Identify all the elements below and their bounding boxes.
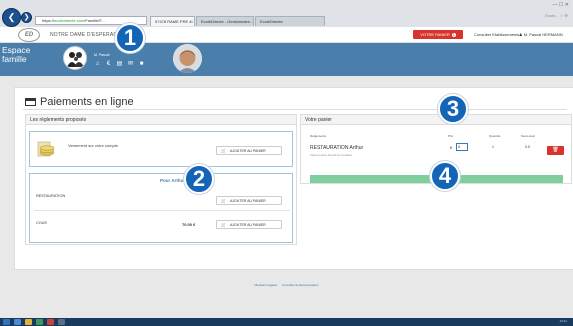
proposed-payments-heading: Les règlements proposés: [26, 115, 296, 125]
page-title-text: Paiements en ligne: [40, 96, 134, 108]
col-sous-total: Sous-total: [521, 134, 535, 138]
cart-item-name: RESTAURATION Arthur: [310, 145, 364, 151]
quick-icons: ⌂ € ▤ ✉ ■: [94, 60, 145, 68]
add-restauration-to-cart-button[interactable]: 🛒 AJOUTER AU PANIER: [216, 196, 282, 205]
col-prix: Prix: [448, 134, 454, 138]
parent-label: M. Pascal: [94, 53, 110, 57]
main-content: Paiements en ligne Les règlements propos…: [14, 87, 573, 270]
row-divider: [34, 210, 290, 211]
card-icon[interactable]: ▤: [116, 60, 123, 67]
title-divider: [23, 109, 567, 110]
back-button[interactable]: ❮: [2, 8, 21, 27]
cart-icon: 🛒: [221, 148, 226, 153]
add-cous-to-cart-button[interactable]: 🛒 AJOUTER AU PANIER: [216, 220, 282, 229]
ie-taskbar-icon[interactable]: [14, 319, 21, 325]
footer: Mentions légales Consulter la documentat…: [0, 283, 573, 292]
start-button[interactable]: [3, 319, 10, 325]
marker-2: 2: [184, 164, 214, 194]
delete-item-button[interactable]: 🗑: [547, 146, 564, 155]
arthur-payments-block: Pour Arthur RESTAURATION 🛒 AJOUTER AU PAN…: [29, 173, 293, 243]
cart-icon: 🛒: [221, 222, 226, 227]
payment-row-label: RESTAURATION: [36, 194, 66, 198]
window-controls[interactable]: — ☐ ✕: [553, 2, 569, 8]
deposit-label: Versement sur votre compte: [68, 143, 119, 148]
address-path: /Famille/F...: [84, 18, 105, 23]
col-quantite: Quantité: [489, 134, 501, 138]
etablissements-link[interactable]: Consulter Etablissements: [474, 32, 519, 37]
forward-button[interactable]: ❯: [21, 12, 32, 23]
school-logo[interactable]: ED: [18, 28, 40, 42]
subtotal-value: 0.0: [525, 145, 530, 149]
cart-count-badge: 1: [451, 33, 456, 37]
user-name: M. Pascal HERMANN: [523, 32, 563, 37]
app-taskbar-icon[interactable]: [47, 319, 54, 325]
family-silhouette-icon: [67, 52, 84, 67]
parent-avatar[interactable]: [63, 46, 87, 70]
legal-link[interactable]: Mentions légales: [255, 283, 278, 287]
coins-icon: [37, 141, 55, 157]
tab-ecole-3[interactable]: EcoleDirecte: [255, 16, 325, 26]
folder-icon[interactable]: ■: [138, 60, 145, 67]
quantity-value: 1: [492, 145, 494, 149]
currency-symbol: €: [450, 145, 453, 150]
tab-ecole-2[interactable]: EcoleDirecte - Gestionnaire...: [196, 16, 254, 26]
address-domain: ecoledirecte.com: [54, 18, 85, 23]
space-title: Espace famille: [2, 46, 30, 64]
deposit-block: Versement sur votre compte 🛒 AJOUTER AU P…: [29, 131, 293, 167]
col-reglements: Règlements: [310, 134, 327, 138]
mail-icon[interactable]: ✉: [127, 60, 134, 67]
cart-icon: 🛒: [221, 198, 226, 203]
family-space-bar: Espace famille M. Pascal ⌂ € ▤ ✉ ■: [0, 43, 573, 76]
add-to-cart-label: AJOUTER AU PANIER: [229, 149, 266, 153]
app-taskbar-icon[interactable]: [36, 319, 43, 325]
marker-1: 1: [115, 23, 145, 53]
school-name: NOTRE DAME D'ESPERAN: [50, 32, 118, 38]
child-heading: Pour Arthur: [160, 178, 186, 183]
browser-tools[interactable]: Ecole... ☆ ⚙: [545, 13, 568, 18]
clock: 14:21: [559, 319, 567, 323]
payment-row-label: COUS: [36, 221, 47, 225]
os-taskbar: 14:21: [0, 318, 573, 326]
space-title-line-2: famille: [2, 54, 27, 64]
site-header: ED NOTRE DAME D'ESPERAN VOTRE PANIER 1 Co…: [0, 27, 573, 43]
cart-button[interactable]: VOTRE PANIER 1: [413, 30, 463, 39]
home-icon[interactable]: ⌂: [94, 60, 101, 67]
add-deposit-to-cart-button[interactable]: 🛒 AJOUTER AU PANIER: [216, 146, 282, 155]
cart-item-hint: Vous pouvez choisir le montant: [310, 153, 352, 157]
cart-heading: Votre panier: [301, 115, 571, 125]
trash-icon: 🗑: [552, 147, 559, 153]
documentation-link[interactable]: Consulter la documentation: [282, 283, 319, 287]
app-taskbar-icon[interactable]: [58, 319, 65, 325]
browser-chrome: — ☐ ✕ ❮ ❯ https://ecoledirecte.com/Famil…: [0, 0, 573, 27]
amount-input[interactable]: 0: [456, 143, 468, 151]
child-photo: [173, 44, 202, 73]
add-to-cart-label: AJOUTER AU PANIER: [229, 199, 266, 203]
proposed-payments-panel: Les règlements proposés Versement sur vo…: [25, 114, 297, 245]
marker-3: 3: [438, 94, 468, 124]
address-prefix: https://: [42, 18, 55, 23]
page-title: Paiements en ligne: [25, 96, 134, 108]
marker-4: 4: [430, 161, 460, 191]
credit-card-icon: [25, 98, 36, 106]
folder-taskbar-icon[interactable]: [25, 319, 32, 325]
tab-ecole-1[interactable]: 57478 RAME.PRE 4t: [150, 16, 195, 26]
user-menu[interactable]: ♟ M. Pascal HERMANN: [519, 32, 563, 37]
child-avatar[interactable]: [173, 44, 202, 73]
euro-icon[interactable]: €: [105, 60, 112, 67]
cart-button-label: VOTRE PANIER: [420, 32, 450, 37]
add-to-cart-label: AJOUTER AU PANIER: [229, 223, 266, 227]
payment-row-price: 70.00 €: [182, 222, 196, 227]
